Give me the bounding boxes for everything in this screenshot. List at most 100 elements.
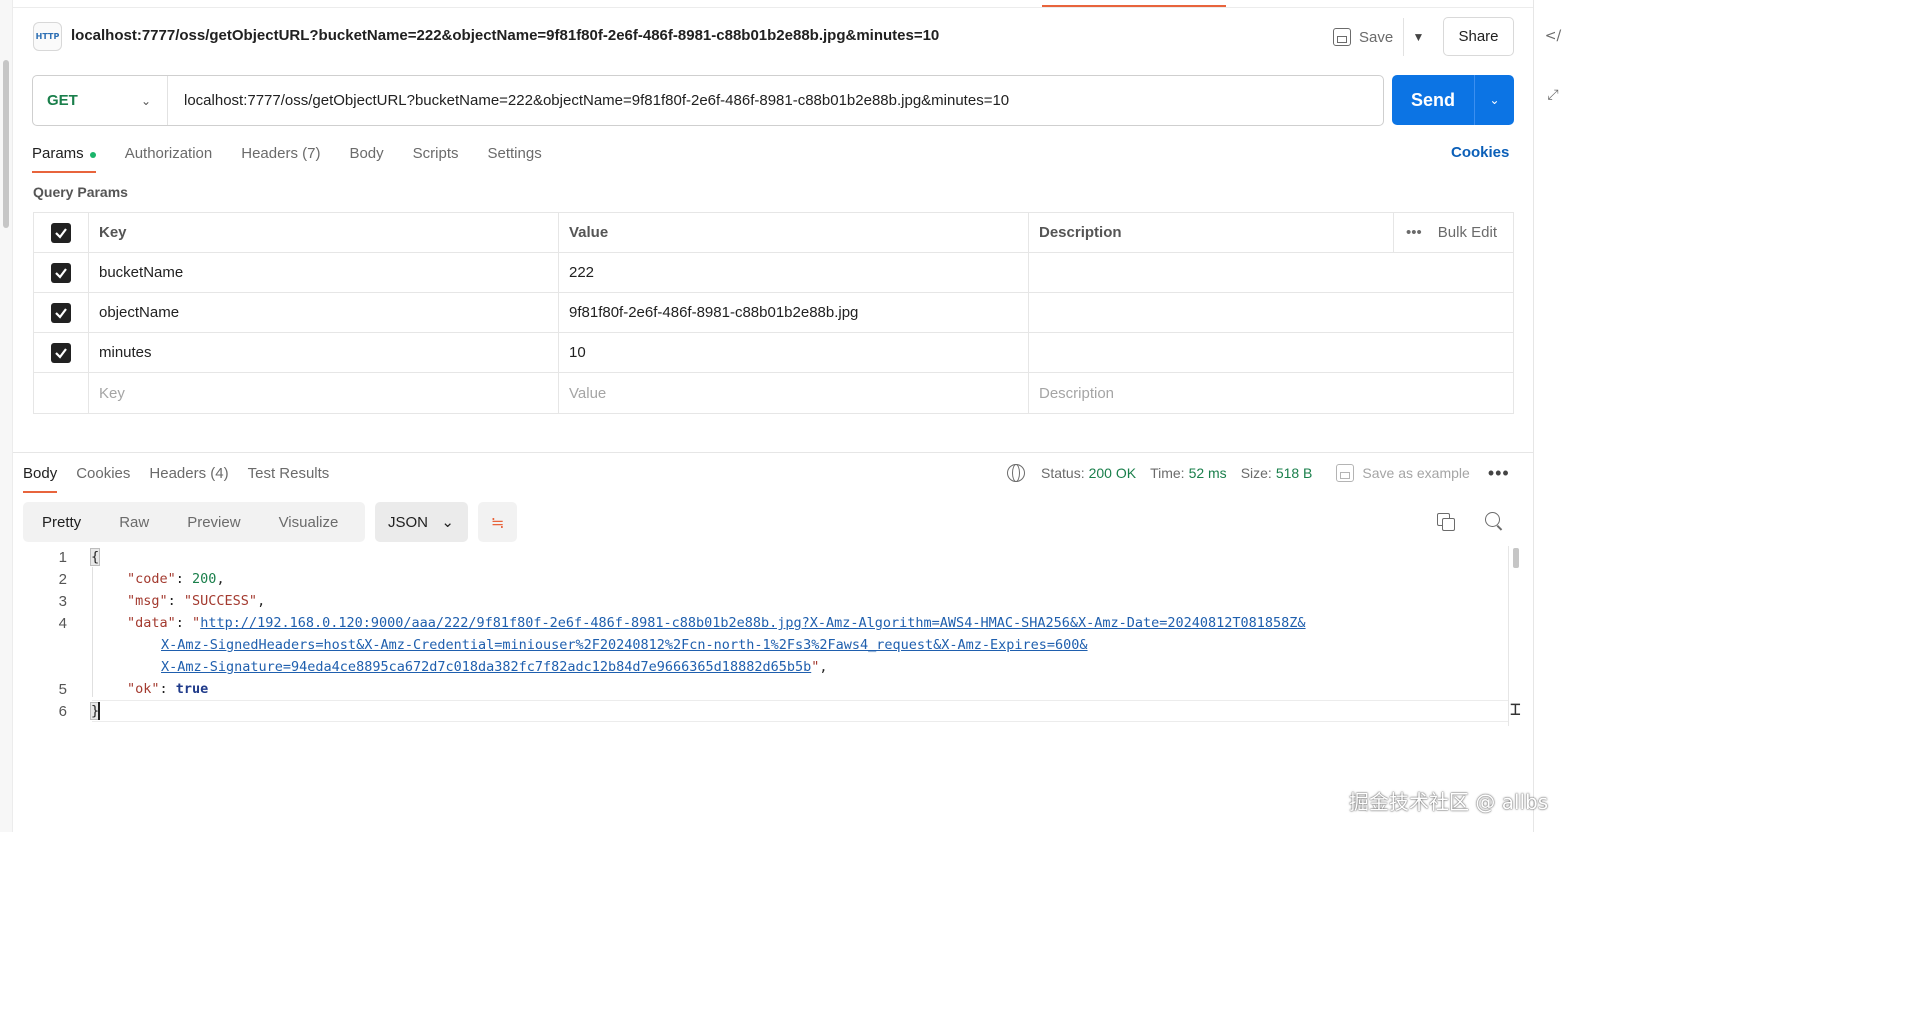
new-param-row: Key Value Description	[34, 373, 1513, 413]
status-label: Status:	[1041, 465, 1085, 481]
param-key[interactable]: minutes	[89, 333, 559, 372]
param-value[interactable]: 10	[559, 333, 1029, 372]
top-divider	[13, 7, 1533, 8]
save-as-example-button[interactable]: Save as example	[1336, 464, 1470, 482]
tab-response-cookies[interactable]: Cookies	[76, 463, 130, 493]
signed-url-link[interactable]: http://192.168.0.120:9000/aaa/222/9f81f8…	[200, 615, 1305, 631]
param-value[interactable]: 222	[559, 253, 1029, 292]
view-preview[interactable]: Preview	[168, 502, 259, 542]
response-body-code[interactable]: 1{ 2 "code": 200, 3 "msg": "SUCCESS", 4 "da…	[23, 546, 1513, 722]
code-line: 3 "msg": "SUCCESS",	[58, 592, 266, 610]
param-key[interactable]: objectName	[89, 293, 559, 332]
code-line: 1{	[58, 548, 101, 566]
header-key: Key	[89, 213, 559, 252]
copy-icon[interactable]	[1437, 513, 1455, 531]
search-icon[interactable]	[1485, 512, 1505, 532]
active-tab-indicator	[1042, 5, 1226, 7]
code-scrollbar-thumb[interactable]	[1513, 548, 1519, 568]
code-line: 4 "data": "http://192.168.0.120:9000/aaa/…	[58, 614, 1306, 632]
code-icon[interactable]: </	[1544, 27, 1562, 45]
chevron-down-icon: ⌄	[140, 93, 151, 108]
send-label: Send	[1410, 89, 1455, 110]
param-description[interactable]	[1029, 253, 1513, 292]
tab-authorization[interactable]: Authorization	[125, 143, 213, 173]
tab-response-body[interactable]: Body	[23, 463, 58, 493]
save-options-button[interactable]: ▼	[1403, 18, 1433, 56]
response-tabs: Body Cookies Headers (4) Test Results	[23, 463, 348, 493]
code-line: 6}	[58, 702, 101, 720]
request-tabs: Params Authorization Headers (7) Body Sc…	[32, 143, 571, 173]
new-description-input[interactable]: Description	[1029, 373, 1513, 413]
tab-body[interactable]: Body	[349, 143, 383, 173]
query-params-title: Query Params	[33, 184, 128, 200]
http-icon: HTTP	[33, 22, 62, 51]
table-header-row: Key Value Description ••• Bulk Edit	[34, 213, 1513, 253]
table-row: minutes 10	[34, 333, 1513, 373]
url-bar: GET ⌄ localhost:7777/oss/getObjectURL?bu…	[32, 75, 1384, 126]
tab-headers[interactable]: Headers (7)	[241, 143, 320, 173]
param-checkbox[interactable]	[51, 262, 71, 283]
format-select[interactable]: JSON ⌄	[375, 502, 468, 542]
header-description: Description	[1029, 213, 1394, 252]
save-icon	[1333, 28, 1351, 46]
param-key[interactable]: bucketName	[89, 253, 559, 292]
request-title[interactable]: localhost:7777/oss/getObjectURL?bucketNa…	[71, 27, 939, 44]
time-value[interactable]: 52 ms	[1189, 465, 1227, 481]
code-line-wrap: X-Amz-SignedHeaders=host&X-Amz-Credentia…	[23, 634, 1513, 656]
tab-scripts[interactable]: Scripts	[413, 143, 459, 173]
signed-url-link[interactable]: X-Amz-Signature=94eda4ce8895ca672d7c018d…	[161, 659, 811, 675]
size-value[interactable]: 518 B	[1276, 465, 1313, 481]
send-options-icon[interactable]: ⌄	[1474, 75, 1514, 125]
url-input[interactable]: localhost:7777/oss/getObjectURL?bucketNa…	[168, 92, 1383, 109]
param-value[interactable]: 9f81f80f-2e6f-486f-8981-c88b01b2e88b.jpg	[559, 293, 1029, 332]
save-label: Save	[1359, 28, 1394, 46]
param-description[interactable]	[1029, 333, 1513, 372]
status-value[interactable]: 200 OK	[1089, 465, 1136, 481]
method-select[interactable]: GET ⌄	[33, 76, 168, 125]
select-all-checkbox[interactable]	[51, 222, 71, 243]
right-sidebar: </ ⤢	[1533, 0, 1568, 832]
code-line-wrap: X-Amz-Signature=94eda4ce8895ca672d7c018d…	[161, 659, 828, 675]
response-divider[interactable]	[13, 452, 1533, 453]
param-description[interactable]	[1029, 293, 1513, 332]
size-label: Size:	[1240, 465, 1272, 481]
globe-icon[interactable]	[1007, 464, 1025, 482]
more-options-icon[interactable]: •••	[1406, 224, 1422, 241]
wrap-lines-icon[interactable]: ≒	[478, 502, 517, 542]
param-checkbox[interactable]	[51, 342, 71, 363]
more-options-icon[interactable]: •••	[1488, 463, 1510, 484]
text-cursor	[98, 702, 100, 720]
tab-test-results[interactable]: Test Results	[248, 463, 330, 493]
bulk-edit-button[interactable]: Bulk Edit	[1438, 224, 1497, 241]
send-button[interactable]: Send ⌄	[1392, 75, 1514, 125]
time-label: Time:	[1150, 465, 1185, 481]
view-pretty[interactable]: Pretty	[23, 502, 100, 542]
code-line: 5 "ok": true	[58, 680, 209, 698]
left-scrollbar[interactable]	[0, 0, 13, 832]
new-value-input[interactable]: Value	[559, 373, 1029, 413]
view-raw[interactable]: Raw	[100, 502, 168, 542]
watermark: 掘金技术社区 @ allbs	[1349, 790, 1549, 814]
query-params-table: Key Value Description ••• Bulk Edit buck…	[33, 212, 1514, 414]
left-scrollbar-thumb[interactable]	[3, 60, 9, 228]
share-button[interactable]: Share	[1443, 17, 1514, 56]
tab-response-headers[interactable]: Headers (4)	[149, 463, 228, 493]
tab-settings[interactable]: Settings	[488, 143, 542, 173]
new-key-input[interactable]: Key	[89, 373, 559, 413]
header-value: Value	[559, 213, 1029, 252]
text-cursor-icon: ⌶	[1510, 699, 1521, 720]
params-active-dot	[89, 152, 96, 158]
table-row: objectName 9f81f80f-2e6f-486f-8981-c88b0…	[34, 293, 1513, 333]
view-visualize[interactable]: Visualize	[260, 502, 358, 542]
save-button[interactable]: Save	[1333, 24, 1393, 50]
view-mode-selector: Pretty Raw Preview Visualize	[23, 502, 365, 542]
save-icon	[1336, 464, 1355, 482]
table-row: bucketName 222	[34, 253, 1513, 293]
response-status: Status: 200 OK Time: 52 ms Size: 518 B S…	[1007, 463, 1510, 483]
code-line: 2 "code": 200,	[58, 570, 225, 588]
expand-icon[interactable]: ⤢	[1544, 86, 1562, 104]
param-checkbox[interactable]	[51, 302, 71, 323]
cookies-link[interactable]: Cookies	[1451, 144, 1509, 161]
tab-params[interactable]: Params	[32, 143, 96, 173]
signed-url-link[interactable]: X-Amz-SignedHeaders=host&X-Amz-Credentia…	[161, 637, 1088, 653]
